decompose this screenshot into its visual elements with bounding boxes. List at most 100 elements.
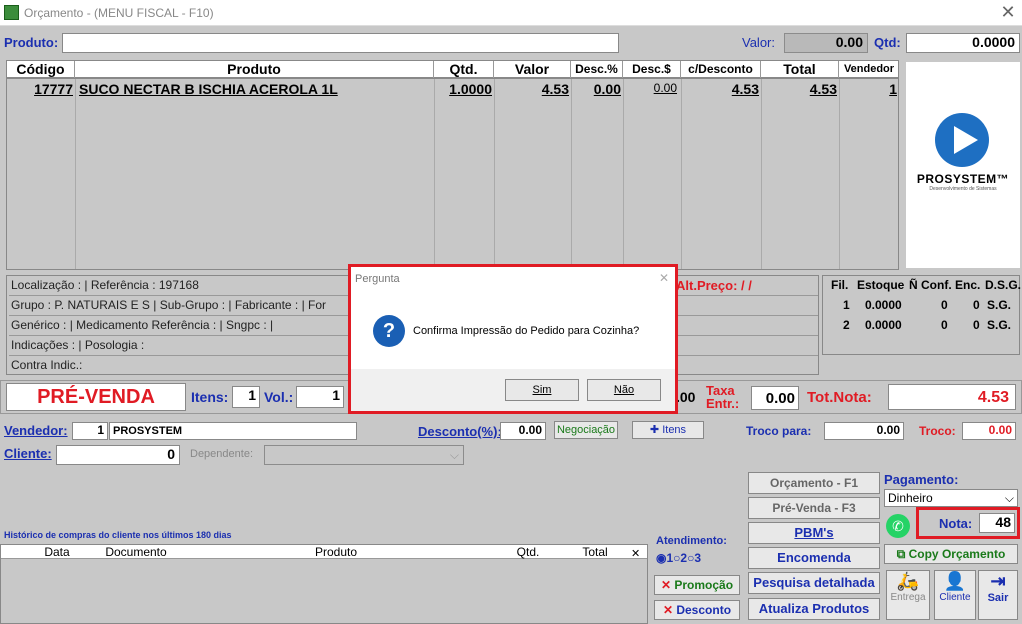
stock-col-nconf: Ñ Conf. bbox=[909, 278, 952, 292]
promocao-button[interactable]: ✕ Promoção bbox=[654, 575, 740, 595]
whatsapp-icon[interactable]: ✆ bbox=[886, 514, 910, 538]
cell-total: 4.53 bbox=[809, 81, 837, 97]
col-desc-val: Desc.$ bbox=[623, 61, 681, 78]
delivery-icon: 🛵 bbox=[896, 571, 920, 591]
stock-fil: 2 bbox=[843, 318, 850, 332]
desconto-label-btn: Desconto bbox=[676, 603, 732, 617]
col-produto: Produto bbox=[75, 61, 434, 78]
encomenda-button[interactable]: Encomenda bbox=[748, 547, 880, 569]
history-caption: Histórico de compras do cliente nos últi… bbox=[4, 530, 232, 540]
col-desc-pct: Desc.% bbox=[571, 61, 623, 78]
radio-2[interactable]: 2 bbox=[680, 551, 687, 565]
orcamento-button[interactable]: Orçamento - F1 bbox=[748, 472, 880, 494]
desconto-button[interactable]: ✕ Desconto bbox=[654, 600, 740, 620]
play-logo-icon bbox=[935, 113, 989, 167]
nota-input[interactable]: 48 bbox=[979, 513, 1015, 533]
troco-para-input[interactable]: 0.00 bbox=[824, 422, 904, 440]
col-valor: Valor bbox=[494, 61, 571, 78]
cliente-btn-label: Cliente bbox=[939, 592, 971, 603]
stock-nconf: 0 bbox=[941, 318, 948, 332]
stock-enc: 0 bbox=[973, 318, 980, 332]
atendimento-label: Atendimento: bbox=[656, 535, 727, 547]
logo-brand: PROSYSTEM™ bbox=[916, 172, 1010, 186]
pagamento-label: Pagamento: bbox=[884, 472, 959, 487]
copy-icon: ⧉ bbox=[896, 547, 909, 561]
radio-3[interactable]: 3 bbox=[694, 551, 701, 565]
question-icon: ? bbox=[373, 315, 405, 347]
promocao-label: Promoção bbox=[674, 578, 734, 592]
nota-box: Nota: 48 bbox=[916, 507, 1020, 539]
history-col-data: Data bbox=[44, 545, 70, 559]
vol-label: Vol.: bbox=[264, 389, 294, 405]
itens-label: Itens: bbox=[191, 389, 229, 405]
desconto-input[interactable]: 0.00 bbox=[500, 422, 546, 440]
itens-field: 1 bbox=[232, 386, 260, 408]
pesquisa-button[interactable]: Pesquisa detalhada bbox=[748, 572, 880, 594]
chevron-down-icon: ⌵ bbox=[1004, 491, 1014, 505]
sim-button[interactable]: Sim bbox=[505, 379, 579, 401]
partial-total: .00 bbox=[676, 389, 696, 405]
vendedor-name: PROSYSTEM bbox=[109, 422, 357, 440]
stock-col-dsg: D.S.G. bbox=[985, 278, 1022, 292]
cell-c-desconto: 4.53 bbox=[731, 81, 759, 97]
negociacao-button[interactable]: Negociação bbox=[554, 421, 618, 439]
sair-label: Sair bbox=[987, 592, 1009, 604]
col-vendedor: Vendedor bbox=[843, 63, 895, 75]
pagamento-select[interactable]: Dinheiro ⌵ bbox=[884, 489, 1018, 507]
history-col-documento: Documento bbox=[105, 545, 167, 559]
troco-field: 0.00 bbox=[962, 422, 1016, 440]
window-title: Orçamento - (MENU FISCAL - F10) bbox=[24, 6, 214, 20]
col-c-desconto: c/Desconto bbox=[681, 61, 761, 78]
close-icon[interactable]: ✕ bbox=[659, 271, 669, 285]
nota-label: Nota: bbox=[939, 516, 973, 531]
sair-button[interactable]: ⇥ Sair bbox=[978, 570, 1018, 620]
atualiza-button[interactable]: Atualiza Produtos bbox=[748, 598, 880, 620]
stock-col-enc: Enc. bbox=[955, 278, 981, 292]
cell-desc-val: 0.00 bbox=[653, 81, 677, 95]
atendimento-radios[interactable]: ◉1○2○3 bbox=[656, 551, 701, 565]
history-table[interactable]: Data Documento Produto Qtd. Total ✕ bbox=[0, 544, 648, 624]
entrega-button[interactable]: 🛵 Entrega bbox=[886, 570, 930, 620]
produto-input[interactable] bbox=[62, 33, 619, 53]
cell-codigo: 17777 bbox=[34, 81, 73, 97]
desconto-label: Desconto(%): bbox=[418, 424, 502, 439]
nao-button[interactable]: Não bbox=[587, 379, 661, 401]
close-icon[interactable]: ✕ bbox=[631, 547, 640, 560]
dependente-label: Dependente: bbox=[190, 448, 253, 460]
valor-label: Valor: bbox=[742, 35, 775, 50]
stock-nconf: 0 bbox=[941, 298, 948, 312]
items-grid[interactable]: 17777 SUCO NECTAR B ISCHIA ACEROLA 1L 1.… bbox=[6, 78, 899, 270]
cell-vendedor: 1 bbox=[889, 81, 897, 97]
copy-orcamento-button[interactable]: ⧉ Copy Orçamento bbox=[884, 544, 1018, 564]
col-qtd: Qtd. bbox=[434, 61, 494, 78]
vendedor-label: Vendedor: bbox=[4, 423, 68, 438]
history-col-total: Total bbox=[582, 545, 608, 559]
totnota-label: Tot.Nota: bbox=[807, 389, 872, 406]
history-col-produto: Produto bbox=[314, 545, 358, 559]
itens-button[interactable]: ✚ Itens bbox=[632, 421, 704, 439]
alt-preco: Alt.Preço: / / bbox=[676, 278, 752, 293]
dialog-footer: Sim Não bbox=[351, 369, 675, 411]
logo-tagline: Desenvolvimento de Sistemas bbox=[929, 186, 997, 192]
cliente-button[interactable]: 👤 Cliente bbox=[934, 570, 976, 620]
pbms-button[interactable]: PBM's bbox=[748, 522, 880, 544]
qtd-input[interactable]: 0.0000 bbox=[906, 33, 1020, 53]
itens-button-label: Itens bbox=[662, 424, 687, 436]
cliente-input[interactable]: 0 bbox=[56, 445, 180, 465]
vendedor-code-input[interactable]: 1 bbox=[72, 422, 108, 440]
col-codigo: Código bbox=[7, 61, 75, 78]
radio-1[interactable]: 1 bbox=[666, 551, 673, 565]
taxa-label: Taxa Entr.: bbox=[706, 383, 740, 411]
prevenda-button[interactable]: Pré-Venda - F3 bbox=[748, 497, 880, 519]
exit-icon: ⇥ bbox=[990, 571, 1006, 591]
close-icon[interactable]: ✕ bbox=[998, 2, 1018, 22]
cell-qtd: 1.0000 bbox=[449, 81, 492, 97]
dependente-select[interactable]: ⌵ bbox=[264, 445, 464, 465]
stock-estoque: 0.0000 bbox=[865, 298, 902, 312]
stock-fil: 1 bbox=[843, 298, 850, 312]
troco-para-label: Troco para: bbox=[746, 424, 812, 438]
taxa-field: 0.00 bbox=[751, 386, 799, 410]
entrega-label: Entrega bbox=[890, 592, 926, 603]
confirm-dialog: Pergunta ✕ ? Confirma Impressão do Pedid… bbox=[348, 264, 678, 414]
pagamento-value: Dinheiro bbox=[888, 491, 933, 505]
